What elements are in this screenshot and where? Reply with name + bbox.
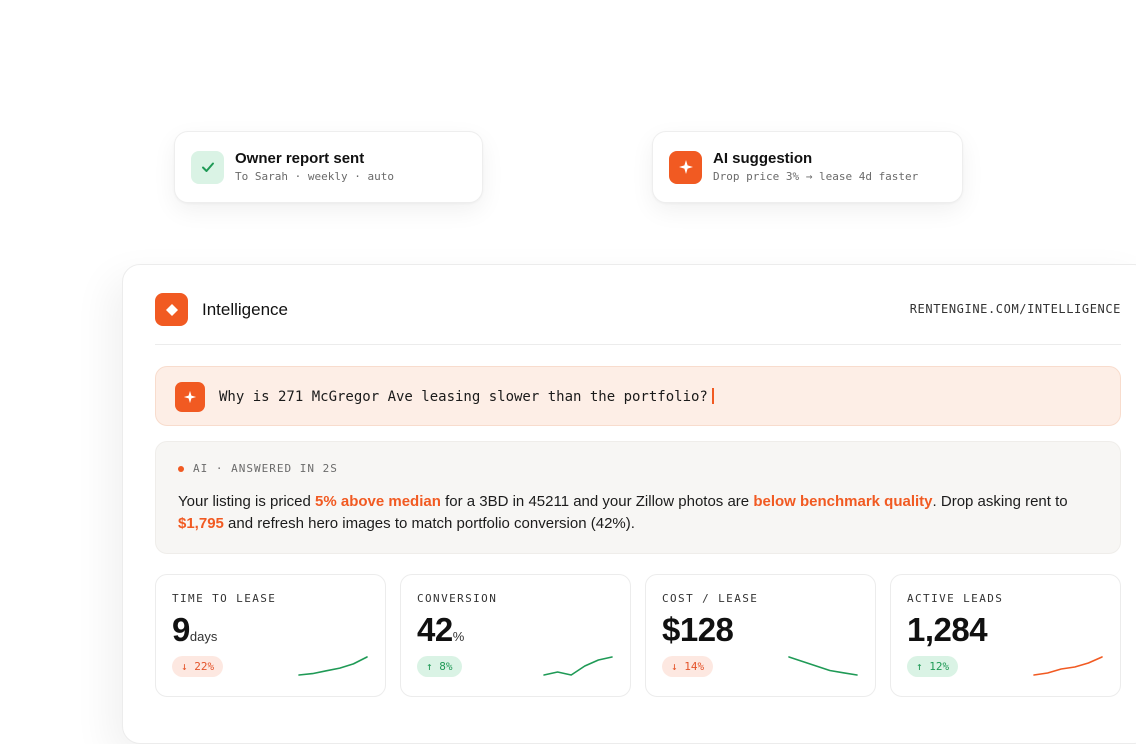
stat-label: TIME TO LEASE bbox=[172, 592, 277, 605]
ai-suggestion-title: AI suggestion bbox=[713, 150, 813, 167]
stat-change-badge: ↓ 22% bbox=[172, 656, 224, 677]
stat-value: 9days bbox=[172, 611, 218, 648]
query-text: Why is 271 McGregor Ave leasing slower t… bbox=[219, 389, 708, 405]
stat-value: 1,284 bbox=[907, 611, 988, 648]
stat-label: COST / LEASE bbox=[662, 592, 759, 605]
highlight-target-rent: $1,795 bbox=[178, 515, 224, 532]
owner-report-title: Owner report sent bbox=[235, 150, 365, 167]
answer-text: Your listing is priced 5% above median f… bbox=[178, 493, 1068, 532]
panel-header: Intelligence RENTENGINE.COM/INTELLIGENCE bbox=[155, 293, 1121, 345]
sparkline-chart bbox=[1033, 656, 1103, 676]
owner-report-subtitle: To Sarah · weekly · auto bbox=[235, 170, 394, 183]
stats-row: TIME TO LEASE 9days ↓ 22% CONVERSION 42%… bbox=[155, 574, 1121, 698]
stat-unit: % bbox=[452, 629, 465, 644]
sparkline-chart bbox=[298, 656, 368, 676]
stat-card-time-to-lease[interactable]: TIME TO LEASE 9days ↓ 22% bbox=[155, 574, 386, 697]
owner-report-card[interactable]: Owner report sent To Sarah · weekly · au… bbox=[174, 131, 483, 203]
stat-value: $128 bbox=[662, 611, 734, 648]
diamond-logo-icon bbox=[155, 293, 188, 326]
sparkline-path bbox=[543, 656, 613, 676]
stat-change-badge: ↑ 12% bbox=[907, 656, 959, 677]
ai-answer-card: AI · ANSWERED IN 2S Your listing is pric… bbox=[155, 441, 1121, 554]
sparkle-icon bbox=[175, 382, 205, 412]
ai-suggestion-card[interactable]: AI suggestion Drop price 3% → lease 4d f… bbox=[652, 131, 963, 203]
brand-title: Intelligence bbox=[202, 300, 289, 319]
sparkline-chart bbox=[788, 656, 858, 676]
stat-card-conversion[interactable]: CONVERSION 42% ↑ 8% bbox=[400, 574, 631, 697]
sparkle-icon bbox=[669, 150, 702, 184]
stat-card-cost-per-lease[interactable]: COST / LEASE $128 ↓ 14% bbox=[645, 574, 876, 697]
sparkline-path bbox=[1033, 656, 1103, 676]
stat-change-badge: ↓ 14% bbox=[662, 656, 714, 677]
highlight-above-median: 5% above median bbox=[315, 493, 441, 510]
answer-meta: AI · ANSWERED IN 2S bbox=[193, 462, 338, 475]
status-dot-icon bbox=[178, 465, 184, 472]
panel-url-link[interactable]: RENTENGINE.COM/INTELLIGENCE bbox=[910, 302, 1121, 316]
sparkline-path bbox=[788, 656, 858, 676]
stat-value: 42% bbox=[417, 611, 465, 648]
sparkline-path bbox=[298, 656, 368, 676]
stat-label: ACTIVE LEADS bbox=[907, 592, 1004, 605]
ai-suggestion-subtitle: Drop price 3% → lease 4d faster bbox=[713, 170, 919, 183]
stat-unit: days bbox=[189, 629, 218, 644]
intelligence-panel: Intelligence RENTENGINE.COM/INTELLIGENCE… bbox=[122, 264, 1136, 744]
ai-query-input[interactable]: Why is 271 McGregor Ave leasing slower t… bbox=[155, 366, 1121, 426]
sparkline-chart bbox=[543, 656, 613, 676]
stat-card-active-leads[interactable]: ACTIVE LEADS 1,284 ↑ 12% bbox=[890, 574, 1121, 697]
text-caret bbox=[711, 388, 714, 404]
highlight-photo-quality: below benchmark quality bbox=[753, 493, 933, 510]
stat-label: CONVERSION bbox=[417, 592, 498, 605]
check-icon bbox=[191, 150, 224, 184]
stat-change-badge: ↑ 8% bbox=[417, 656, 462, 677]
